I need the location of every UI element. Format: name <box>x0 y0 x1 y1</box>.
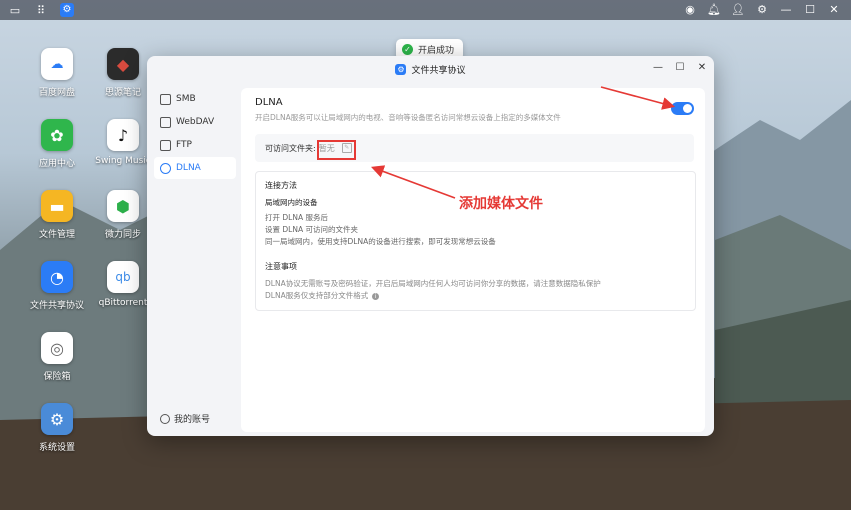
annotation-arrows <box>370 86 676 199</box>
arrow-to-toggle <box>600 86 676 110</box>
arrow-to-folder <box>370 165 456 199</box>
